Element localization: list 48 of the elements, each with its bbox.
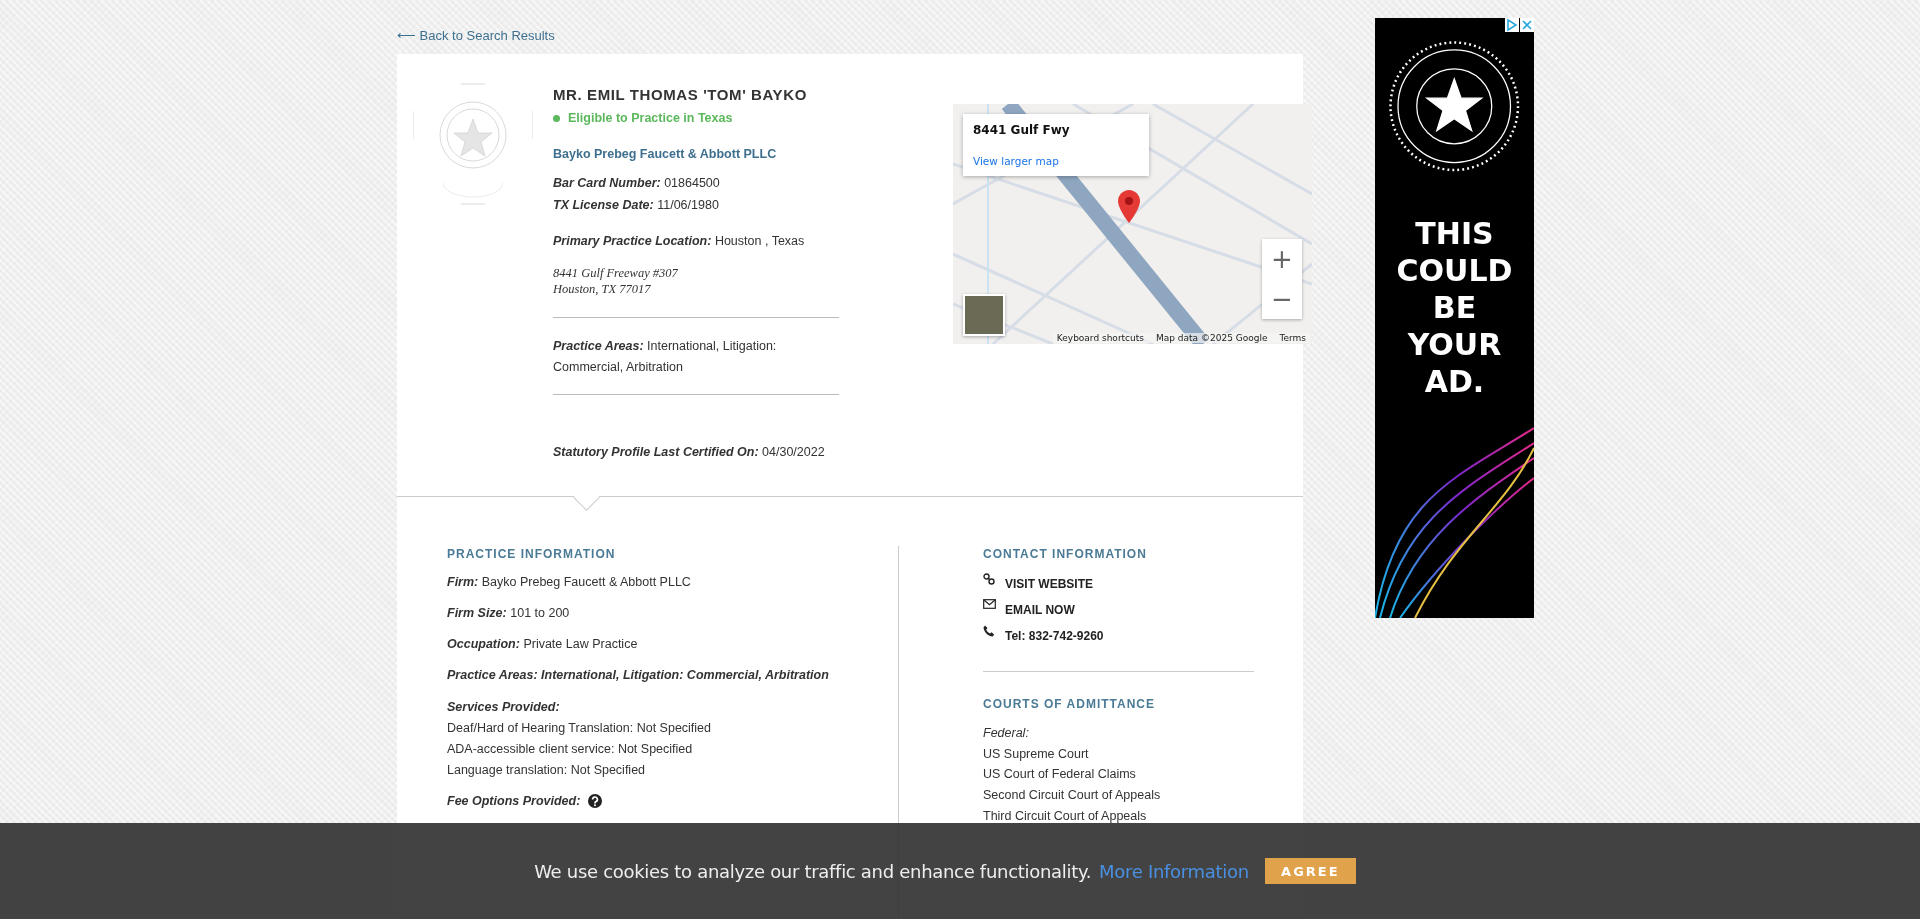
office-address: 8441 Gulf Freeway #307 Houston, TX 77017	[553, 265, 679, 297]
map-pin-icon	[1118, 190, 1140, 223]
map-place-name: 8441 Gulf Fwy	[973, 123, 1071, 137]
phone-link[interactable]: Tel: 832-742-9260	[1005, 629, 1104, 643]
map-footer-text[interactable]: Map data ©2025 Google	[1156, 333, 1268, 343]
email-link[interactable]: EMAIL NOW	[1005, 603, 1075, 617]
map-footer-text[interactable]: Terms	[1279, 333, 1306, 343]
section-heading: CONTACT INFORMATION	[983, 547, 1147, 561]
map-larger-link[interactable]: View larger map	[973, 155, 1059, 167]
service-line: Language translation: Not Specified	[447, 762, 647, 779]
close-icon	[1520, 18, 1534, 32]
status-text: Eligible to Practice in Texas	[568, 111, 733, 125]
profile-field: Bar Card Number: 01864500	[553, 172, 839, 194]
zoom-out-button[interactable]: −	[1262, 279, 1302, 319]
fee-label: Fee Options Provided:	[447, 794, 581, 808]
court-group-label: Federal:	[983, 725, 1030, 742]
service-line: ADA-accessible client service: Not Specified	[447, 741, 694, 758]
practice-field: Occupation: Private Law Practice	[447, 635, 867, 653]
practice-location: Primary Practice Location: Houston , Texas	[553, 233, 806, 250]
ad-choices-icon	[1505, 18, 1519, 32]
court-name: Third Circuit Court of Appeals	[983, 807, 1148, 825]
practice-field: Firm: Bayko Prebeg Faucett & Abbott PLLC	[447, 573, 867, 591]
map-footer-text[interactable]: Keyboard shortcuts	[1056, 333, 1144, 343]
satellite-thumbnail[interactable]	[963, 294, 1005, 336]
certified-date: Statutory Profile Last Certified On: 04/30/2022	[553, 445, 826, 459]
cookie-message: We use cookies to analyze our traffic and enhance functionality.	[534, 860, 1092, 882]
phone-icon	[983, 625, 996, 637]
ad-headline: THIS COULD BE YOUR AD.	[1395, 215, 1514, 400]
section-heading: COURTS OF ADMITTANCE	[983, 697, 1155, 711]
envelope-icon	[983, 599, 996, 611]
practice-areas: Practice Areas: International, Litigation: Commercial, Arbitration	[447, 666, 867, 684]
services-label: Services Provided:	[447, 699, 561, 716]
court-name: Second Circuit Court of Appeals	[983, 787, 1162, 805]
profile-field: TX License Date: 11/06/1980	[553, 194, 839, 216]
ad-banner[interactable]: THIS COULD BE YOUR AD.	[1375, 18, 1534, 618]
section-heading: PRACTICE INFORMATION	[447, 547, 616, 561]
practice-field: Firm Size: 101 to 200	[447, 604, 867, 622]
attorney-name: MR. EMIL THOMAS 'TOM' BAYKO	[553, 86, 808, 103]
court-name: US Supreme Court	[983, 745, 1090, 763]
firm-link[interactable]: Bayko Prebeg Faucett & Abbott PLLC	[553, 147, 777, 161]
court-name: US Court of Federal Claims	[983, 766, 1137, 784]
website-link[interactable]: VISIT WEBSITE	[1005, 577, 1093, 591]
service-line: Deaf/Hard of Hearing Translation: Not Specified	[447, 720, 713, 737]
help-icon	[588, 794, 603, 808]
back-link[interactable]: ⟵ Back to Search Results	[397, 28, 555, 43]
link-icon	[983, 573, 996, 585]
practice-areas: Practice Areas: International, Litigation: Commercial, Arbitration	[553, 336, 839, 378]
zoom-in-button[interactable]: +	[1262, 239, 1302, 279]
